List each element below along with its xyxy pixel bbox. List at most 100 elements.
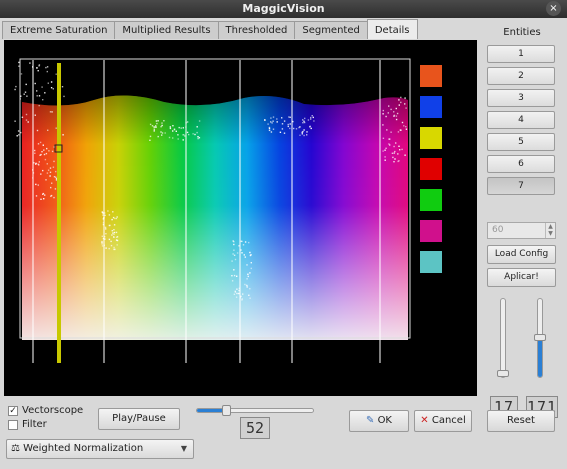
- pixel-speck: [398, 145, 400, 147]
- pixel-speck: [155, 126, 157, 128]
- vertical-slider-2[interactable]: [534, 298, 546, 378]
- spinbox-arrows-icon[interactable]: ▲ ▼: [545, 223, 555, 238]
- pixel-speck: [24, 91, 27, 93]
- reset-button[interactable]: Reset: [487, 410, 555, 432]
- entity-button-5[interactable]: 5: [487, 133, 555, 151]
- pixel-speck: [198, 120, 201, 122]
- entity-swatches: [420, 65, 442, 273]
- pixel-speck: [391, 152, 394, 154]
- pixel-speck: [34, 114, 36, 116]
- pixel-speck: [279, 131, 282, 133]
- entity-color-swatch[interactable]: [420, 96, 442, 118]
- pixel-speck: [36, 129, 39, 132]
- frame-slider-handle[interactable]: [222, 405, 231, 416]
- pixel-speck: [164, 132, 166, 134]
- vectorscope-check-icon[interactable]: ✓: [8, 405, 18, 416]
- pixel-speck: [111, 218, 113, 221]
- ok-label: OK: [377, 415, 392, 426]
- entity-button-4[interactable]: 4: [487, 111, 555, 129]
- pixel-speck: [47, 82, 49, 84]
- entity-color-swatch[interactable]: [420, 189, 442, 211]
- ok-button[interactable]: ✎ OK: [349, 410, 409, 432]
- pixel-speck: [303, 134, 305, 137]
- threshold-spinbox[interactable]: 60 ▲ ▼: [487, 222, 556, 239]
- tab-thresholded[interactable]: Thresholded: [217, 21, 296, 39]
- vertical-slider-2-handle[interactable]: [534, 334, 546, 341]
- load-config-button[interactable]: Load Config: [487, 245, 556, 264]
- pixel-speck: [163, 120, 165, 122]
- entity-button-3[interactable]: 3: [487, 89, 555, 107]
- pixel-speck: [404, 103, 406, 105]
- pixel-speck: [55, 170, 57, 173]
- frame-slider[interactable]: [196, 405, 314, 416]
- play-pause-button[interactable]: Play/Pause: [98, 408, 180, 430]
- pixel-speck: [49, 111, 52, 113]
- entity-button-7[interactable]: 7: [487, 177, 555, 195]
- vectorscope-checkbox[interactable]: ✓ Vectorscope: [8, 405, 83, 416]
- pixel-speck: [61, 86, 64, 88]
- pixel-speck: [45, 152, 48, 155]
- pixel-speck: [397, 153, 399, 155]
- pixel-speck: [50, 195, 52, 197]
- pixel-speck: [107, 210, 109, 212]
- pixel-speck: [35, 195, 38, 197]
- entity-color-swatch[interactable]: [420, 251, 442, 273]
- vertical-slider-1-handle[interactable]: [497, 370, 509, 377]
- pixel-speck: [18, 61, 20, 64]
- pixel-speck: [18, 65, 20, 67]
- pixel-speck: [169, 126, 171, 128]
- pixel-speck: [244, 283, 246, 286]
- close-icon[interactable]: ×: [546, 1, 561, 16]
- filter-check-icon[interactable]: [8, 419, 18, 430]
- spectrum-lightness: [22, 95, 408, 340]
- normalization-select[interactable]: ⚖ Weighted Normalization ▼: [6, 439, 194, 459]
- pixel-speck: [46, 147, 48, 150]
- pixel-speck: [309, 126, 311, 128]
- pixel-speck: [43, 153, 46, 156]
- tab-extreme-saturation[interactable]: Extreme Saturation: [2, 21, 116, 39]
- vectorscope-view[interactable]: [4, 40, 477, 396]
- hue-cursor-line[interactable]: [57, 63, 61, 363]
- filter-checkbox[interactable]: Filter: [8, 419, 47, 430]
- pixel-speck: [34, 82, 36, 85]
- entity-color-swatch[interactable]: [420, 127, 442, 149]
- pixel-speck: [196, 131, 198, 134]
- pixel-speck: [169, 127, 172, 130]
- cancel-button[interactable]: ✕ Cancel: [414, 410, 472, 432]
- apply-button[interactable]: Aplicar!: [487, 268, 556, 287]
- pixel-speck: [312, 116, 314, 119]
- entity-color-swatch[interactable]: [420, 158, 442, 180]
- entity-button-1[interactable]: 1: [487, 45, 555, 63]
- pixel-speck: [16, 135, 18, 137]
- pixel-speck: [37, 143, 40, 145]
- pixel-speck: [276, 121, 278, 123]
- entity-button-2[interactable]: 2: [487, 67, 555, 85]
- pixel-speck: [385, 147, 387, 149]
- pixel-speck: [272, 128, 275, 130]
- frame-lcd: 52: [240, 417, 270, 439]
- pixel-speck: [311, 115, 313, 117]
- entity-button-6[interactable]: 6: [487, 155, 555, 173]
- pixel-speck: [21, 116, 24, 118]
- vertical-slider-2-fill: [538, 338, 542, 377]
- pixel-speck: [37, 163, 39, 165]
- pixel-speck: [108, 247, 110, 250]
- pixel-speck: [240, 249, 242, 251]
- pixel-speck: [382, 124, 384, 126]
- entities-panel: Entities 1 2 3 4 5 6 7: [480, 22, 564, 199]
- entity-color-swatch[interactable]: [420, 65, 442, 87]
- pixel-speck: [112, 216, 115, 219]
- vertical-slider-1[interactable]: [497, 298, 509, 378]
- pixel-speck: [55, 179, 58, 181]
- pixel-speck: [110, 244, 113, 247]
- pixel-speck: [116, 244, 118, 246]
- pixel-speck: [272, 120, 274, 122]
- pixel-speck: [398, 104, 400, 106]
- pixel-speck: [394, 158, 396, 160]
- tab-details[interactable]: Details: [366, 19, 418, 39]
- tab-multiplied-results[interactable]: Multiplied Results: [114, 21, 219, 39]
- pixel-speck: [168, 136, 171, 139]
- tab-segmented[interactable]: Segmented: [294, 21, 368, 39]
- entity-color-swatch[interactable]: [420, 220, 442, 242]
- pixel-speck: [41, 86, 43, 88]
